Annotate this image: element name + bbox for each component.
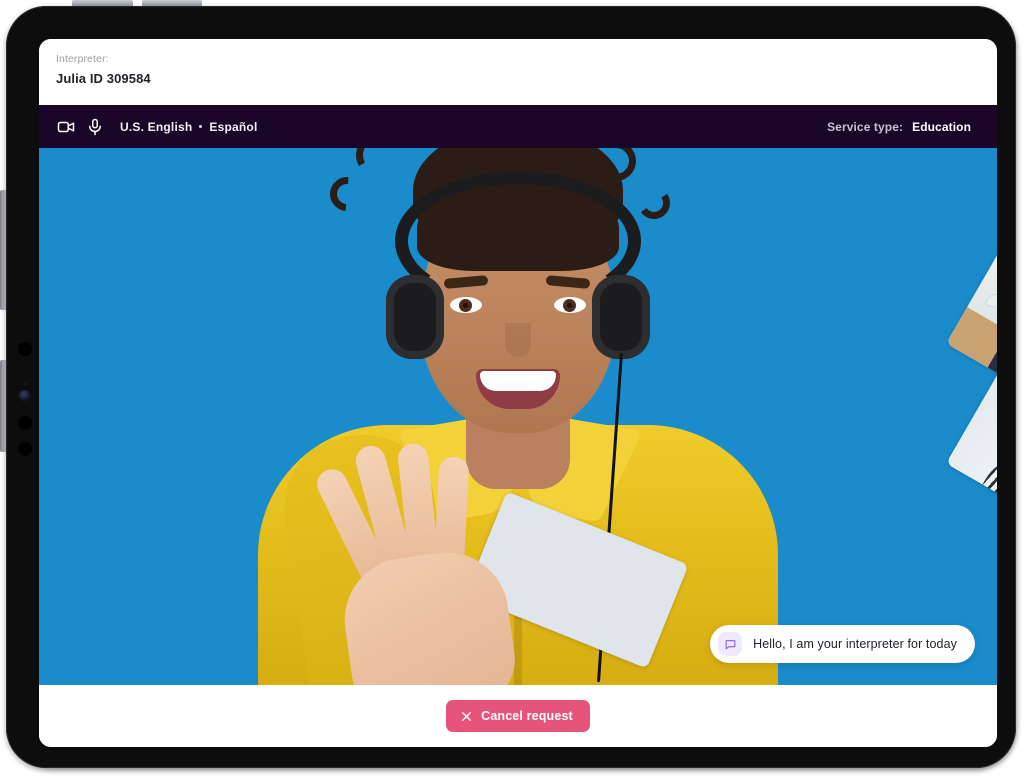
headphone-earcup-right xyxy=(592,275,650,359)
microphone-icon[interactable] xyxy=(86,118,104,136)
service-type-group: Service type: Education xyxy=(827,120,971,134)
cancel-request-button[interactable]: Cancel request xyxy=(446,700,590,732)
sensor-dot-two xyxy=(23,382,27,386)
sensor-dot-three xyxy=(18,416,32,430)
language-target: Español xyxy=(209,119,258,134)
headphone-earcup-left xyxy=(386,275,444,359)
nose xyxy=(505,323,531,357)
language-separator-dot xyxy=(199,125,203,128)
tablet-screen: Interpreter: Julia ID 309584 U.S. Englis… xyxy=(39,39,997,747)
app-header: Interpreter: Julia ID 309584 xyxy=(39,39,997,105)
interpreter-name-id: Julia ID 309584 xyxy=(56,71,151,86)
video-camera-icon[interactable] xyxy=(57,118,75,136)
hair-curl xyxy=(351,148,405,182)
thumbnail-background xyxy=(946,366,997,562)
sensor-dot-one xyxy=(18,342,32,356)
toolbar-left-group: U.S. English Español xyxy=(57,118,258,136)
teeth xyxy=(480,371,556,391)
service-type-value: Education xyxy=(912,119,971,134)
screenshot-root: Interpreter: Julia ID 309584 U.S. Englis… xyxy=(0,0,1024,783)
main-video-participant xyxy=(238,148,798,685)
interpreter-label: Interpreter: xyxy=(56,53,109,65)
service-type-label: Service type: xyxy=(827,119,904,134)
sensor-dot-four xyxy=(18,442,32,456)
cancel-request-label: Cancel request xyxy=(481,709,573,723)
hair-curl xyxy=(635,184,673,222)
language-pair: U.S. English Español xyxy=(120,120,258,134)
interpreter-chat-message[interactable]: Hello, I am your interpreter for today xyxy=(710,625,975,663)
video-stage[interactable]: Hello, I am your interpreter for today xyxy=(39,148,997,685)
tablet-device-frame: Interpreter: Julia ID 309584 U.S. Englis… xyxy=(6,6,1016,768)
close-x-icon xyxy=(460,710,473,723)
hair-curl xyxy=(323,170,371,218)
chat-message-text: Hello, I am your interpreter for today xyxy=(753,637,957,651)
speech-bubble-icon xyxy=(718,632,743,656)
participant-thumbnail-woman-smiling[interactable] xyxy=(946,366,997,562)
bottom-action-bar: Cancel request xyxy=(39,685,997,747)
call-toolbar: U.S. English Español Service type: Educa… xyxy=(39,105,997,148)
language-source: U.S. English xyxy=(120,119,193,134)
front-camera-lens xyxy=(19,390,31,402)
participant-thumbnail-list xyxy=(779,170,997,562)
